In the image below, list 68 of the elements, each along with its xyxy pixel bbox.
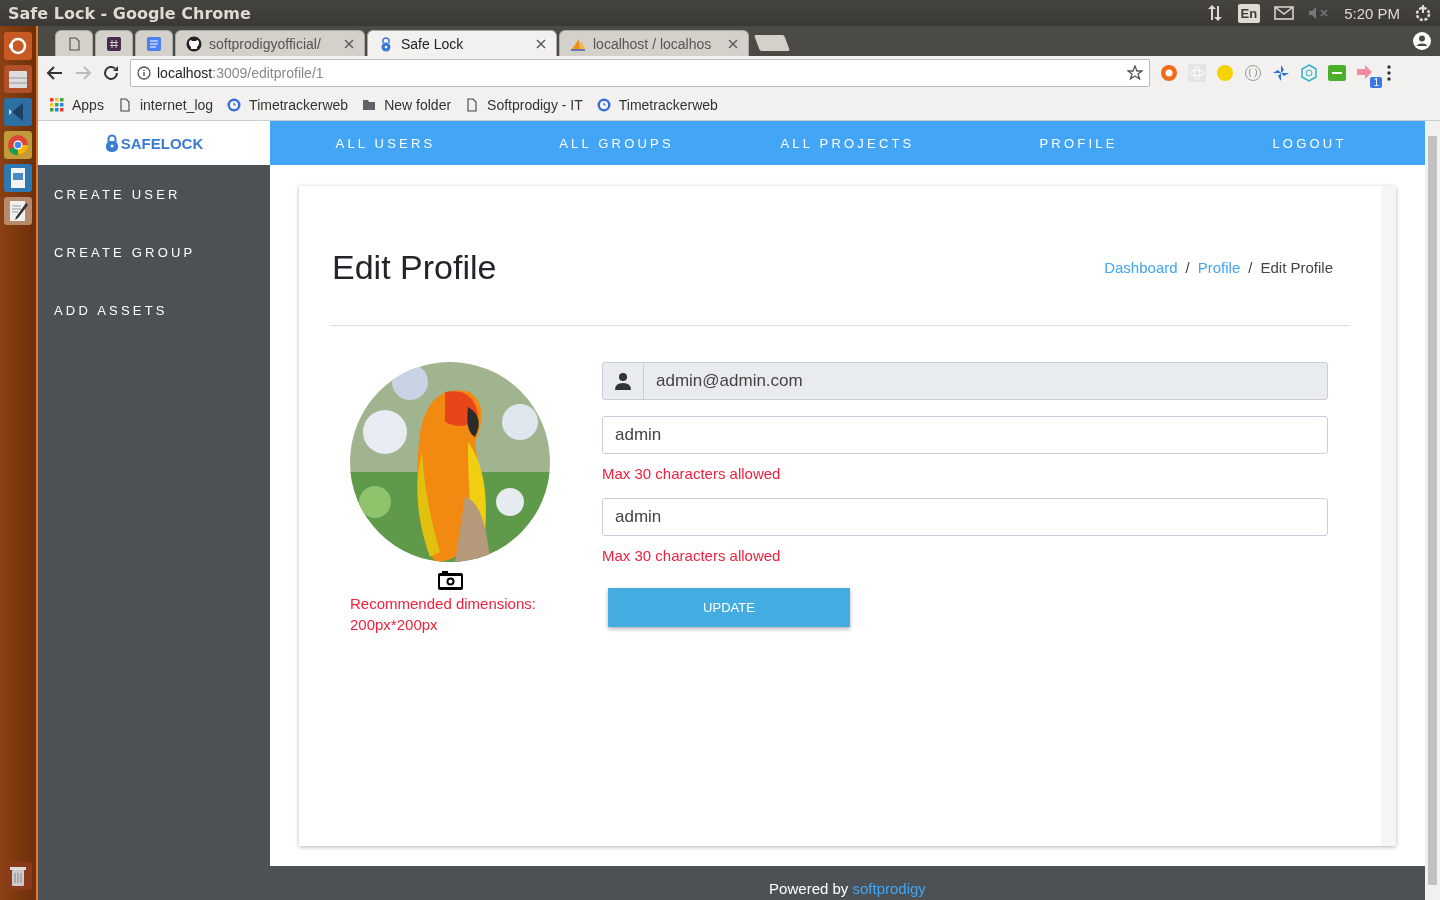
bookmark[interactable]: Timetrackerweb [596,97,718,113]
muted-speaker-icon[interactable] [1308,6,1331,20]
breadcrumb-separator: / [1185,258,1190,276]
bookmark[interactable]: Softprodigy - IT [465,97,583,113]
github-icon [186,35,202,52]
hash-icon [106,35,122,52]
browser-tab[interactable]: Safe Lock [367,30,557,56]
camera-icon[interactable] [436,570,464,591]
clock-time[interactable]: 5:20 PM [1344,4,1400,22]
apps-grid-icon [50,98,64,112]
arrow-icon[interactable] [1356,63,1374,81]
sidebar-item[interactable]: CREATE GROUP [38,223,212,281]
user-icon [614,372,632,390]
browser-tab[interactable]: localhost / localhos [559,30,749,56]
chrome-icon[interactable] [4,131,32,159]
close-icon[interactable] [344,38,354,49]
bookmark[interactable]: Timetrackerweb [227,97,349,113]
folder-icon [362,98,377,112]
new-tab-button[interactable] [754,35,790,51]
page-icon [117,98,132,112]
pencil-notepad-icon[interactable] [4,197,32,225]
menu-icon[interactable] [1386,64,1392,82]
ubuntu-icon[interactable] [4,32,32,60]
sidebar-item[interactable]: CREATE USER [38,165,197,223]
page-icon [66,35,82,52]
safelock-logo[interactable]: SAFELOCK [38,121,270,165]
cors-icon[interactable] [1328,64,1346,82]
scrollbar[interactable] [1425,121,1440,900]
clock-icon [227,98,242,112]
breadcrumb-separator: / [1248,258,1253,276]
page-icon [465,98,480,112]
browser-tab[interactable]: softprodigyofficial/ [175,30,365,56]
email-field[interactable]: admin@admin.com [602,362,1328,400]
profile-icon[interactable] [1410,29,1434,53]
pinwheel-icon[interactable] [1272,64,1290,82]
info-icon[interactable] [137,66,151,80]
input-field[interactable]: admin [602,416,1328,454]
lifebuoy-icon[interactable] [1160,64,1178,82]
browser-tab[interactable] [95,30,133,56]
error-message: Max 30 characters allowed [602,465,781,482]
clock-icon [596,98,611,112]
bookmark-star-icon[interactable] [1127,65,1143,81]
keyboard-layout-indicator[interactable]: En [1237,3,1261,23]
bookmark[interactable]: internet_log [117,97,214,113]
page-title: Edit Profile [332,247,497,287]
bookmark[interactable]: New folder [362,97,452,113]
power-gear-icon[interactable] [1414,4,1432,22]
braces-icon[interactable] [1244,64,1262,82]
photo-hint: Recommended dimensions: 200px*200px [350,594,537,635]
scrollbar[interactable] [1381,186,1396,846]
back-arrow-icon[interactable] [46,64,64,82]
error-message: Max 30 characters allowed [602,547,781,564]
sidebar-item[interactable]: ADD ASSETS [38,281,184,339]
window-title: Safe Lock - Google Chrome [8,3,252,23]
document-icon[interactable] [4,164,32,192]
reload-icon[interactable] [102,64,120,82]
close-icon[interactable] [728,38,738,49]
document-icon [146,35,162,52]
bookmark[interactable]: Apps [50,97,104,113]
address-bar[interactable]: localhost:3009/editprofile/1 [130,59,1150,87]
trash-icon[interactable] [4,862,32,890]
breadcrumb-current: Edit Profile [1260,258,1333,276]
footer-text: Powered by softprodigy [769,880,926,897]
mail-icon[interactable] [1274,6,1295,20]
file-cabinet-icon[interactable] [4,65,32,93]
close-icon[interactable] [536,38,546,49]
input-field[interactable]: admin [602,498,1328,536]
notification-badge: 1 [1370,77,1382,88]
